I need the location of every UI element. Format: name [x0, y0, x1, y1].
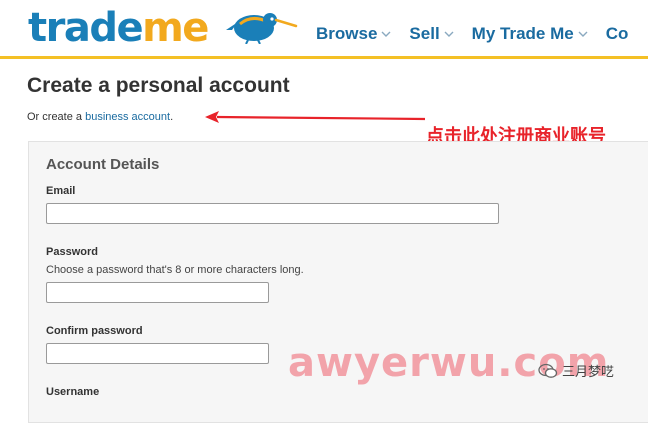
nav-my-trade-me-label: My Trade Me	[471, 24, 574, 43]
kiwi-bird-icon	[226, 13, 298, 44]
chevron-down-icon	[444, 31, 454, 37]
business-account-link[interactable]: business account	[85, 111, 170, 123]
chevron-down-icon	[578, 31, 588, 37]
username-label: Username	[46, 386, 100, 398]
annotation-arrow-icon	[205, 111, 426, 123]
nav-sell-label: Sell	[409, 24, 440, 43]
subline-prefix: Or create a	[27, 111, 86, 123]
email-field[interactable]	[46, 203, 499, 224]
password-help-text: Choose a password that's 8 or more chara…	[46, 264, 304, 276]
site-header: trademe Browse Sell My Trade Me Co	[0, 0, 648, 59]
nav-browse-label: Browse	[316, 24, 378, 43]
wechat-account-name: 三月梦呓	[562, 364, 615, 379]
logo-text-me: me	[142, 5, 209, 51]
chevron-down-icon	[381, 31, 391, 37]
nav-community-label: Co	[605, 24, 629, 43]
wechat-account-badge: 三月梦呓	[538, 361, 614, 380]
wechat-icon	[538, 363, 558, 378]
main-nav: Browse Sell My Trade Me Co	[316, 24, 646, 44]
email-label: Email	[46, 185, 76, 197]
subline-suffix: .	[170, 111, 174, 123]
nav-sell[interactable]: Sell	[409, 24, 454, 44]
confirm-password-label: Confirm password	[46, 325, 143, 337]
trademe-logo[interactable]: trademe	[28, 5, 209, 51]
page-title: Create a personal account	[27, 74, 290, 97]
nav-browse[interactable]: Browse	[316, 24, 391, 44]
account-details-heading: Account Details	[46, 156, 160, 173]
logo-text-trade: trade	[28, 5, 144, 51]
password-label: Password	[46, 246, 98, 258]
nav-community[interactable]: Co	[606, 24, 629, 44]
confirm-password-field[interactable]	[46, 343, 269, 364]
password-field[interactable]	[46, 282, 269, 303]
business-account-line: Or create a business account.	[27, 111, 173, 123]
nav-my-trade-me[interactable]: My Trade Me	[472, 24, 588, 44]
